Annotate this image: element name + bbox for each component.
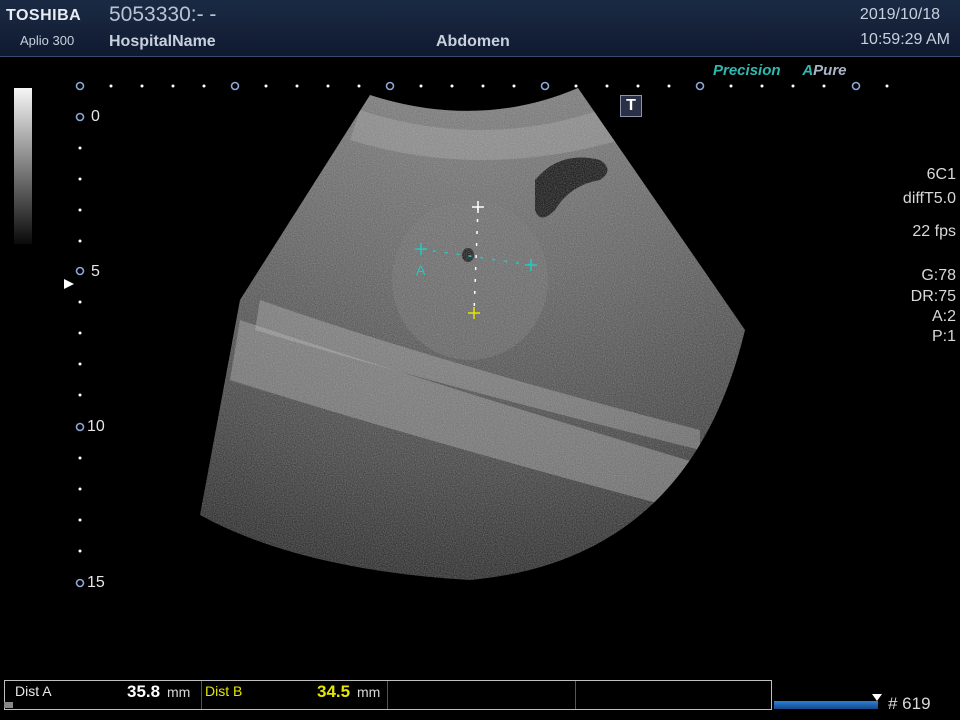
frame-number: # 619 xyxy=(888,694,931,713)
dist-b-cell[interactable]: Dist B 34.5 mm xyxy=(201,681,388,709)
focus-marker[interactable] xyxy=(64,279,74,289)
dist-b-value: 34.5 xyxy=(317,682,351,701)
depth-label-15: 15 xyxy=(87,574,105,591)
empty-cell-1 xyxy=(387,681,576,709)
probe-name: 6C1 xyxy=(926,166,956,183)
mode-tags: Precision APure xyxy=(713,62,847,79)
depth-label-5: 5 xyxy=(91,263,100,280)
dynamic-range: DR:75 xyxy=(910,288,956,305)
dist-b-unit: mm xyxy=(357,684,381,700)
caliper-a-label: A xyxy=(416,262,426,278)
t-marker-icon[interactable]: T xyxy=(620,95,642,117)
grayscale-bar xyxy=(14,88,32,244)
patient-id: 5053330:- - xyxy=(109,3,217,26)
empty-cell-2 xyxy=(575,681,771,709)
dist-a-value: 35.8 xyxy=(127,682,161,701)
depth-label-10: 10 xyxy=(87,418,105,435)
apure-letter: A xyxy=(802,62,814,79)
cine-bar[interactable] xyxy=(774,701,878,709)
corner-indicator xyxy=(4,702,13,708)
gain-value: G:78 xyxy=(921,267,956,284)
dist-a-unit: mm xyxy=(167,684,191,700)
a-param: A:2 xyxy=(931,308,956,325)
hospital-name: HospitalName xyxy=(109,33,216,50)
preset-name: diffT5.0 xyxy=(902,190,956,207)
scanner-model: Aplio 300 xyxy=(20,33,75,48)
p-param: P:1 xyxy=(931,328,956,345)
ultrasound-image xyxy=(64,81,889,588)
dist-a-label: Dist A xyxy=(15,683,52,699)
apure-label: Pure xyxy=(813,62,847,79)
exam-date: 2019/10/18 xyxy=(859,6,940,23)
measurement-bar: Dist A 35.8 mm Dist B 34.5 mm xyxy=(4,680,772,710)
depth-label-0: 0 xyxy=(91,108,100,125)
dist-a-cell[interactable]: Dist A 35.8 mm xyxy=(5,681,202,709)
depth-scale xyxy=(75,112,85,588)
exam-time: 10:59:29 AM xyxy=(860,31,950,48)
lateral-scale xyxy=(75,81,889,91)
frame-rate: 22 fps xyxy=(912,223,956,240)
cine-marker-icon[interactable] xyxy=(872,694,882,701)
precision-label: Precision xyxy=(713,62,781,79)
brand-logo: TOSHIBA xyxy=(6,7,82,24)
header-bar: TOSHIBA Aplio 300 5053330:- - HospitalNa… xyxy=(0,0,960,57)
dist-b-label: Dist B xyxy=(205,683,243,699)
exam-type: Abdomen xyxy=(436,33,510,50)
